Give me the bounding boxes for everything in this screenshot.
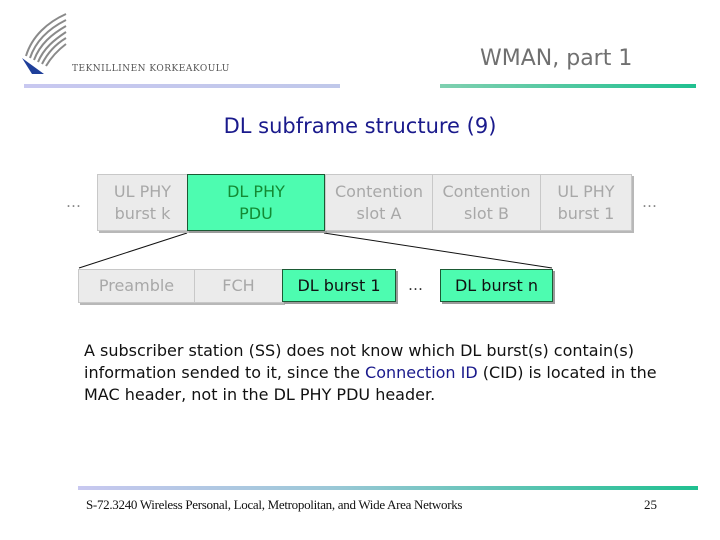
cell-label-line2: PDU [239,203,273,223]
cell-dl-burst-1: DL burst 1 [282,269,396,302]
expansion-line-right [323,232,553,269]
cell-ul-phy-burst-k: UL PHY burst k [97,174,188,231]
cell-label: Preamble [98,276,175,295]
cell-label-line1: Contention [334,181,423,201]
cell-label: DL burst 1 [297,275,381,295]
body-highlight-term: Connection ID [365,363,478,382]
footer-course-name: S-72.3240 Wireless Personal, Local, Metr… [86,497,463,512]
cell-fch: FCH [194,269,283,303]
cell-dl-phy-pdu: DL PHY PDU [187,174,325,231]
cell-label-line1: UL PHY [557,181,615,201]
cell-label-line2: burst k [114,203,171,223]
cell-ul-phy-burst-1: UL PHY burst 1 [540,174,632,231]
cell-label-line1: DL PHY [227,181,285,201]
bottom-middle-ellipsis: … [408,276,423,294]
cell-contention-slot-b: Contention slot B [432,174,541,231]
cell-label-line2: slot A [356,203,402,223]
cell-contention-slot-a: Contention slot A [325,174,433,231]
top-leading-ellipsis: … [66,193,81,211]
cell-label-line1: Contention [442,181,531,201]
body-paragraph: A subscriber station (SS) does not know … [84,340,664,406]
top-trailing-ellipsis: … [642,193,657,211]
cell-label-line2: slot B [464,203,509,223]
cell-label: DL burst n [454,275,539,295]
cell-label: FCH [222,276,255,295]
footer-rule [78,486,698,490]
cell-dl-burst-n: DL burst n [440,269,553,302]
cell-preamble: Preamble [78,269,195,303]
expansion-line-left [78,232,188,269]
page-number: 25 [644,497,657,512]
cell-label-line1: UL PHY [113,181,172,201]
cell-label-line2: burst 1 [557,203,615,223]
